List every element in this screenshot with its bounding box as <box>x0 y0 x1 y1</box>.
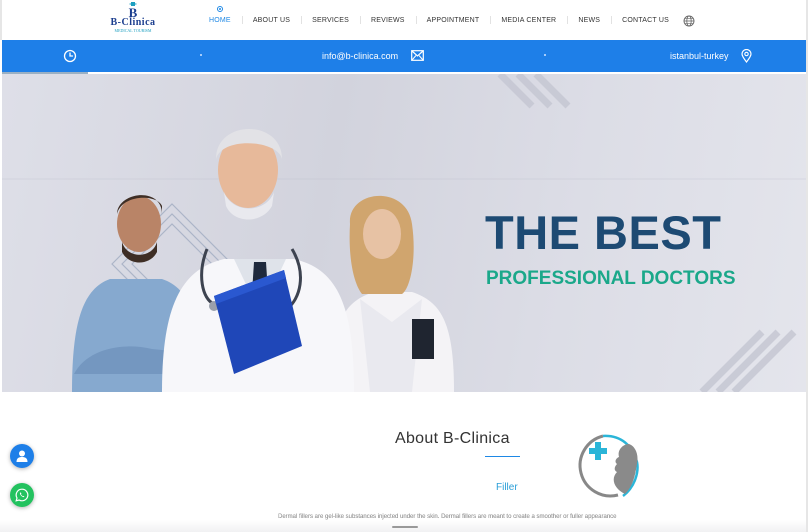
contact-location: istanbul-turkey <box>670 51 729 61</box>
contact-email[interactable]: info@b-clinica.com <box>322 51 398 61</box>
logo-mark-icon: B <box>129 2 138 18</box>
clock-icon <box>63 49 77 63</box>
scroll-handle[interactable] <box>392 526 418 528</box>
nav-label: SERVICES <box>312 16 349 24</box>
logo-tagline: MEDICAL TOURISM <box>114 28 152 33</box>
whatsapp-icon <box>15 488 29 502</box>
about-text: Dermal fillers are gel-like substances i… <box>278 514 617 520</box>
title-underline <box>485 456 520 457</box>
nav-item-media-center[interactable]: MEDIA CENTER <box>490 0 567 40</box>
about-title: About B-Clinica <box>395 430 510 447</box>
separator-dot <box>200 54 202 56</box>
contact-fab-button[interactable] <box>10 444 34 468</box>
nav-label: MEDIA CENTER <box>501 16 557 24</box>
nav-label: APPOINTMENT <box>426 16 480 24</box>
main-nav: HOME ABOUT US SERVICES REVIEWS APPOINTME… <box>198 0 680 40</box>
mail-icon[interactable] <box>411 50 424 61</box>
nav-item-services[interactable]: SERVICES <box>301 0 360 40</box>
page: B B-Clinica MEDICAL TOURISM HOME ABOUT U… <box>0 0 808 532</box>
nav-label: CONTACT US <box>622 16 669 24</box>
separator-dot <box>544 54 546 56</box>
hero-title: THE BEST <box>485 206 722 259</box>
nav-item-contact-us[interactable]: CONTACT US <box>611 0 680 40</box>
user-icon <box>16 450 28 462</box>
nav-item-news[interactable]: NEWS <box>567 0 611 40</box>
service-label-filler[interactable]: Filler <box>496 482 518 493</box>
location-pin-icon <box>741 49 752 63</box>
globe-icon[interactable] <box>683 15 695 27</box>
nav-item-appointment[interactable]: APPOINTMENT <box>415 0 491 40</box>
nav-item-home[interactable]: HOME <box>198 0 242 40</box>
face-cross-icon <box>578 434 639 498</box>
hero-banner: THE BEST PROFESSIONAL DOCTORS <box>2 74 806 392</box>
nav-item-about-us[interactable]: ABOUT US <box>241 0 301 40</box>
contact-bar: info@b-clinica.com istanbul-turkey <box>2 40 806 72</box>
nav-item-reviews[interactable]: REVIEWS <box>359 0 416 40</box>
active-indicator-icon <box>216 6 223 12</box>
nav-label: REVIEWS <box>370 16 405 24</box>
logo-name: B-Clinica <box>110 17 156 28</box>
logo[interactable]: B B-Clinica MEDICAL TOURISM <box>102 2 164 38</box>
site-header: B B-Clinica MEDICAL TOURISM HOME ABOUT U… <box>0 0 808 40</box>
hero-subtitle: PROFESSIONAL DOCTORS <box>486 268 736 289</box>
nav-label: NEWS <box>578 16 601 24</box>
nav-label: ABOUT US <box>252 16 291 24</box>
whatsapp-fab-button[interactable] <box>10 483 34 507</box>
nav-label: HOME <box>209 16 231 24</box>
